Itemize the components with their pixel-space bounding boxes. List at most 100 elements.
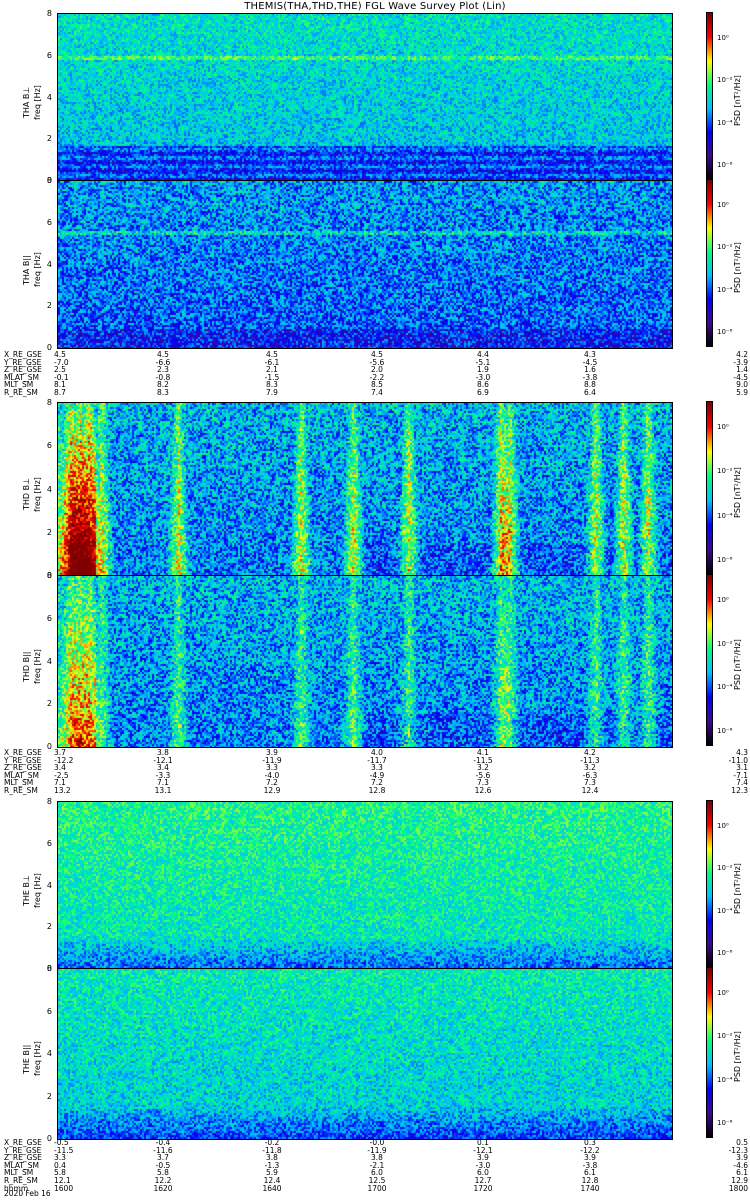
y-tick-label: 8: [46, 9, 52, 18]
y-tick-label: 6: [46, 613, 52, 623]
ephemeris-value: 6.9: [477, 387, 489, 397]
panel-label: THD B||: [22, 651, 31, 682]
colorbar-canvas: [707, 13, 712, 179]
panel-label: THD B⊥: [22, 477, 31, 510]
y-tick-label: 8: [46, 398, 52, 407]
ephemeris-row-label: R_RE_SM: [4, 387, 38, 397]
colorbar-tick-label: 10⁻²: [717, 243, 733, 252]
colorbar-canvas: [707, 180, 712, 346]
colorbar-label: PSD [nT²/Hz]: [733, 241, 742, 293]
ephemeris-value: 1740: [580, 1183, 600, 1193]
ephemeris-table-thd: X_RE_GSE 3.7 3.8 3.9 4.0 4.1 4.2 4.3 Y_RE_GSE -12…: [4, 749, 748, 795]
colorbar: [706, 12, 713, 180]
colorbar: [706, 401, 713, 575]
ephemeris-value: 12.8: [368, 785, 386, 795]
ephemeris-value: 13.1: [154, 785, 172, 795]
ephemeris-value: 13.2: [54, 785, 71, 795]
y-tick-label: 6: [46, 1006, 52, 1016]
colorbar-tick-label: 10⁻²: [717, 864, 733, 873]
ephemeris-value: 1640: [262, 1183, 282, 1193]
y-axis-label: freq [Hz]: [33, 251, 42, 287]
ephemeris-value: 1700: [367, 1183, 387, 1193]
colorbar-label: PSD [nT²/Hz]: [733, 638, 742, 690]
y-tick-label: 8: [46, 571, 52, 580]
ephemeris-value: 1720: [473, 1183, 493, 1193]
panel-frame: [57, 13, 673, 182]
colorbar-tick-label: 10⁻²: [717, 639, 733, 648]
ephemeris-value: 12.4: [581, 785, 599, 795]
colorbar-tick-label: 10⁻⁶: [717, 556, 733, 564]
y-axis-label: freq [Hz]: [33, 872, 42, 908]
colorbar-tick-label: 10⁰: [717, 201, 729, 209]
panel-frame: [57, 180, 673, 349]
ephemeris-value: 1600: [54, 1183, 74, 1193]
colorbar-tick-label: 10⁻²: [717, 1032, 733, 1041]
y-axis-label: freq [Hz]: [33, 84, 42, 120]
y-tick-label: 8: [46, 176, 52, 185]
colorbar-tick-label: 10⁻⁶: [717, 161, 733, 169]
colorbar-tick-label: 10⁻⁶: [717, 1119, 733, 1127]
ephemeris-row: R_RE_SM 8.7 8.3 7.9 7.4 6.9 6.4 5.9: [4, 389, 748, 397]
ephemeris-value: 8.7: [54, 387, 66, 397]
colorbar-tick-label: 10⁻⁴: [717, 683, 733, 692]
ephemeris-value: 5.9: [736, 387, 748, 397]
colorbar-tick-label: 10⁰: [717, 822, 729, 830]
plot-title: THEMIS(THA,THD,THE) FGL Wave Survey Plot…: [244, 1, 506, 12]
ephemeris-value: 12.3: [731, 785, 748, 795]
colorbar-tick-label: 10⁻²: [717, 76, 733, 85]
colorbar-canvas: [707, 801, 712, 967]
colorbar-tick-label: 10⁻⁴: [717, 285, 733, 294]
colorbar: [706, 179, 713, 347]
colorbar: [706, 967, 713, 1138]
colorbar-tick-label: 10⁰: [717, 989, 729, 997]
colorbar-tick-label: 10⁻⁴: [717, 118, 733, 127]
y-axis-label: freq [Hz]: [33, 1041, 42, 1076]
colorbar-label: PSD [nT²/Hz]: [733, 74, 742, 126]
colorbar-label: PSD [nT²/Hz]: [733, 862, 742, 914]
panel-frame: [57, 801, 673, 970]
ephemeris-value: 7.4: [371, 387, 383, 397]
y-tick-label: 2: [46, 1091, 52, 1101]
y-tick-label: 8: [46, 964, 52, 973]
panel-label: THA B||: [22, 254, 31, 285]
colorbar-canvas: [707, 968, 712, 1137]
colorbar-tick-label: 10⁰: [717, 34, 729, 42]
ephemeris-value: 12.9: [263, 785, 281, 795]
y-tick-label: 6: [46, 217, 52, 227]
ephemeris-table-the: X_RE_GSE -0.5 -0.4 -0.2 -0.0 0.1 0.3 0.5 Y_RE_GS…: [4, 1139, 748, 1192]
panel-label: THE B⊥: [22, 874, 31, 906]
y-axis-label: freq [Hz]: [33, 476, 42, 512]
colorbar-tick-label: 10⁰: [717, 423, 729, 431]
colorbar-canvas: [707, 575, 712, 745]
ephemeris-row: hhmm 1600 1620 1640 1700 1720 1740 1800: [4, 1183, 748, 1193]
panel-frame: [57, 575, 673, 748]
colorbar: [706, 800, 713, 968]
panel-label: THA B⊥: [22, 86, 31, 118]
colorbar-canvas: [707, 402, 712, 574]
colorbar-tick-label: 10⁻⁶: [717, 328, 733, 336]
y-tick-label: 2: [46, 922, 52, 932]
colorbar-tick-label: 10⁰: [717, 596, 729, 604]
ephemeris-value: 12.6: [474, 785, 492, 795]
date-stamp: 2020 Feb 16: [4, 1189, 51, 1198]
y-tick-label: 2: [46, 527, 52, 537]
y-tick-label: 2: [46, 699, 52, 709]
y-tick-label: 8: [46, 797, 52, 806]
y-tick-label: 6: [46, 838, 52, 848]
ephemeris-table-tha: X_RE_GSE 4.5 4.5 4.5 4.5 4.4 4.3 4.2 Y_RE_GSE -7.…: [4, 351, 748, 397]
colorbar-tick-label: 10⁻²: [717, 467, 733, 476]
colorbar-label: PSD [nT²/Hz]: [733, 466, 742, 518]
ephemeris-value: 7.9: [266, 387, 278, 397]
ephemeris-value: 1800: [728, 1183, 748, 1193]
colorbar-label: PSD [nT²/Hz]: [733, 1031, 742, 1082]
y-tick-label: 6: [46, 441, 52, 451]
ephemeris-value: 6.4: [584, 387, 596, 397]
colorbar-tick-label: 10⁻⁶: [717, 949, 733, 957]
panel-frame: [57, 968, 673, 1140]
panel-frame: [57, 402, 673, 577]
colorbar-tick-label: 10⁻⁶: [717, 727, 733, 735]
ephemeris-value: 1620: [153, 1183, 173, 1193]
colorbar-tick-label: 10⁻⁴: [717, 511, 733, 520]
y-axis-label: freq [Hz]: [33, 648, 42, 684]
ephemeris-row-label: R_RE_SM: [4, 785, 38, 795]
